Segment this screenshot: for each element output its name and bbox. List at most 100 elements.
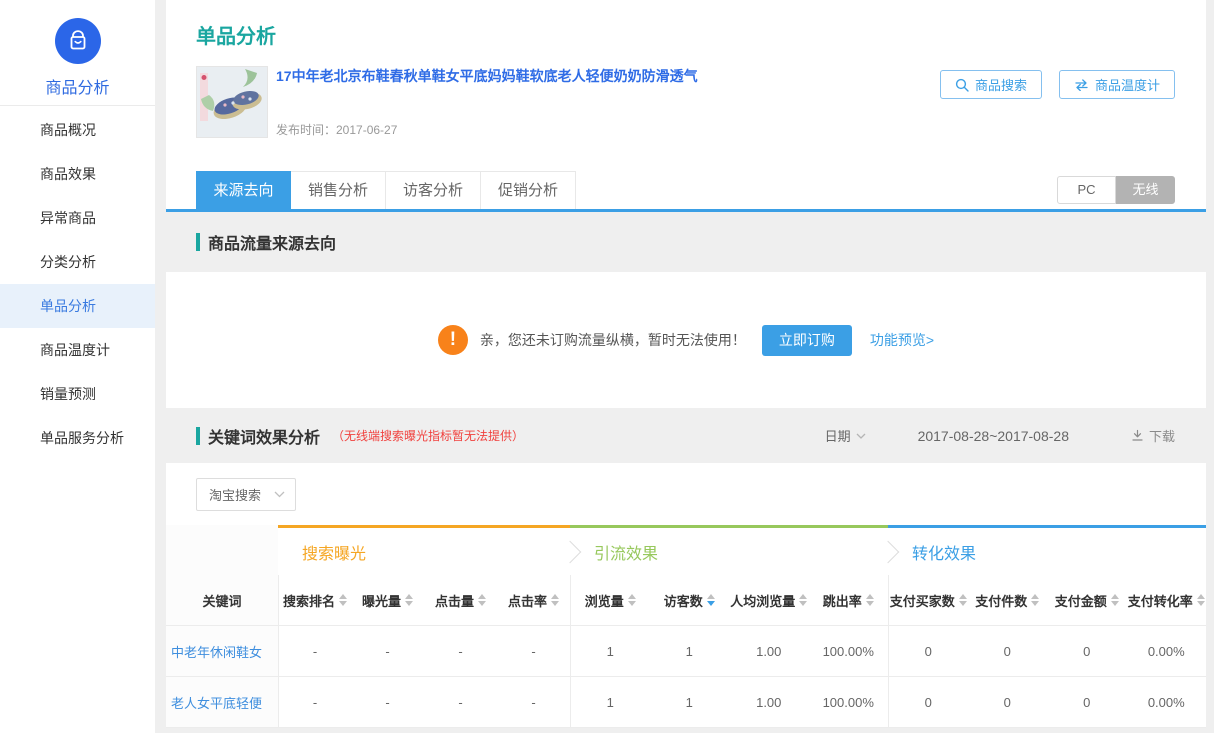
sidebar-item-category-analysis[interactable]: 分类分析: [0, 240, 155, 284]
sidebar-item-single-item-service[interactable]: 单品服务分析: [0, 416, 155, 460]
table-cell: 1: [650, 677, 730, 728]
column-header-search-rank[interactable]: 搜索排名: [278, 575, 351, 625]
table-cell: 0: [968, 677, 1048, 728]
sort-icon[interactable]: [1197, 594, 1205, 606]
keyword-section-note: （无线端搜索曝光指标暂无法提供）: [332, 427, 524, 444]
sidebar-item-abnormal-product[interactable]: 异常商品: [0, 196, 155, 240]
sort-icon[interactable]: [339, 594, 347, 606]
group-conversion-effect: 转化效果: [888, 525, 1206, 575]
feature-preview-link[interactable]: 功能预览>: [870, 330, 934, 350]
column-header-paid-amount[interactable]: 支付金额: [1047, 575, 1127, 625]
sidebar-item-product-effect[interactable]: 商品效果: [0, 152, 155, 196]
table-group-header: 搜索曝光 引流效果 转化效果: [166, 525, 1206, 575]
keyword-section-title: 关键词效果分析: [208, 424, 320, 448]
column-header-clicks[interactable]: 点击量: [424, 575, 497, 625]
column-header-conversion-rate[interactable]: 支付转化率: [1127, 575, 1207, 625]
main-content: 单品分析: [166, 0, 1206, 733]
keyword-link[interactable]: 老人女平底轻便: [166, 677, 278, 728]
device-toggle-pc[interactable]: PC: [1057, 176, 1116, 204]
table-cell: -: [424, 626, 497, 677]
search-icon: [955, 78, 969, 92]
download-button[interactable]: 下载: [1131, 426, 1175, 445]
section-marker: [196, 427, 200, 445]
warning-icon: !: [438, 325, 468, 355]
column-header-visitors[interactable]: 访客数: [650, 575, 730, 625]
table-cell: 1.00: [729, 626, 809, 677]
tab-sales-analysis[interactable]: 销售分析: [291, 171, 386, 209]
table-cell: 0: [888, 677, 968, 728]
sidebar-item-sales-forecast[interactable]: 销量预测: [0, 372, 155, 416]
column-header-paid-buyers[interactable]: 支付买家数: [888, 575, 968, 625]
column-header-exposure[interactable]: 曝光量: [351, 575, 424, 625]
table-cell: 0: [968, 626, 1048, 677]
product-thermometer-button[interactable]: 商品温度计: [1059, 70, 1175, 99]
tab-source-destination[interactable]: 来源去向: [196, 171, 291, 209]
table-cell: -: [424, 677, 497, 728]
table-cell: -: [351, 626, 424, 677]
header-buttons: 商品搜索 商品温度计: [940, 70, 1175, 99]
device-toggle: PC 无线: [1057, 176, 1175, 204]
sort-icon[interactable]: [866, 594, 874, 606]
column-header-paid-items[interactable]: 支付件数: [968, 575, 1048, 625]
sort-icon[interactable]: [707, 594, 715, 606]
keyword-link[interactable]: 中老年休闲鞋女: [166, 626, 278, 677]
table-cell: -: [351, 677, 424, 728]
sort-icon[interactable]: [405, 594, 413, 606]
table-cell: 1: [650, 626, 730, 677]
sort-icon[interactable]: [1111, 594, 1119, 606]
table-cell: -: [497, 626, 570, 677]
date-dropdown[interactable]: 日期: [825, 426, 866, 445]
sidebar-menu: 商品概况 商品效果 异常商品 分类分析 单品分析 商品温度计 销量预测 单品服务…: [0, 106, 155, 460]
column-header-bounce-rate[interactable]: 跳出率: [809, 575, 889, 625]
channel-select[interactable]: 淘宝搜索: [196, 478, 296, 511]
date-range-value: 2017-08-28~2017-08-28: [918, 428, 1069, 444]
table-column-header: 关键词 搜索排名 曝光量 点击量 点击率 浏览量 访客数 人均浏览量 跳出率 支…: [166, 575, 1206, 626]
chevron-down-icon: [274, 491, 285, 498]
column-header-ctr[interactable]: 点击率: [497, 575, 570, 625]
product-title-link[interactable]: 17中年老北京布鞋春秋单鞋女平底妈妈鞋软底老人轻便奶奶防滑透气: [276, 66, 698, 86]
table-cell: -: [497, 677, 570, 728]
tab-bar: 来源去向 销售分析 访客分析 促销分析 PC 无线: [166, 171, 1206, 209]
product-info: 17中年老北京布鞋春秋单鞋女平底妈妈鞋软底老人轻便奶奶防滑透气 发布时间：201…: [276, 66, 698, 138]
section-marker: [196, 233, 200, 251]
sidebar-app-title: 商品分析: [0, 74, 155, 98]
group-search-exposure: 搜索曝光: [278, 525, 570, 575]
sidebar-item-single-item-analysis[interactable]: 单品分析: [0, 284, 155, 328]
sidebar-item-product-thermometer[interactable]: 商品温度计: [0, 328, 155, 372]
channel-select-value: 淘宝搜索: [209, 485, 274, 504]
product-image: [196, 66, 268, 138]
product-summary: 17中年老北京布鞋春秋单鞋女平底妈妈鞋软底老人轻便奶奶防滑透气 发布时间：201…: [196, 66, 698, 138]
tab-promotion-analysis[interactable]: 促销分析: [481, 171, 576, 209]
sort-icon[interactable]: [799, 594, 807, 606]
column-header-keyword: 关键词: [166, 575, 278, 625]
swap-arrows-icon: [1074, 79, 1089, 91]
table-cell: 0.00%: [1127, 626, 1207, 677]
table-cell: 0: [1047, 677, 1127, 728]
device-toggle-wireless[interactable]: 无线: [1116, 176, 1175, 204]
table-cell: 100.00%: [809, 626, 889, 677]
shopping-bag-icon: [55, 18, 101, 64]
column-header-pageviews[interactable]: 浏览量: [570, 575, 650, 625]
flow-section-title: 商品流量来源去向: [208, 230, 336, 254]
chevron-down-icon: [856, 433, 866, 439]
publish-time: 发布时间：2017-06-27: [276, 121, 698, 138]
product-search-button[interactable]: 商品搜索: [940, 70, 1042, 99]
table-cell: 0.00%: [1127, 677, 1207, 728]
column-header-avg-pageviews[interactable]: 人均浏览量: [729, 575, 809, 625]
sort-icon[interactable]: [959, 594, 967, 606]
table-cell: 0: [1047, 626, 1127, 677]
sidebar-item-product-overview[interactable]: 商品概况: [0, 108, 155, 152]
sort-icon[interactable]: [551, 594, 559, 606]
subscription-notice: ! 亲，您还未订购流量纵横，暂时无法使用！ 立即订购 功能预览>: [166, 272, 1206, 408]
bottom-strip: [166, 728, 1206, 733]
sort-icon[interactable]: [478, 594, 486, 606]
sort-icon[interactable]: [628, 594, 636, 606]
sort-icon[interactable]: [1031, 594, 1039, 606]
product-header: 单品分析: [166, 0, 1206, 171]
order-now-button[interactable]: 立即订购: [762, 325, 852, 356]
tab-visitor-analysis[interactable]: 访客分析: [386, 171, 481, 209]
table-cell: -: [278, 677, 351, 728]
table-cell: 0: [888, 626, 968, 677]
page-title: 单品分析: [196, 20, 276, 49]
table-cell: 1.00: [729, 677, 809, 728]
